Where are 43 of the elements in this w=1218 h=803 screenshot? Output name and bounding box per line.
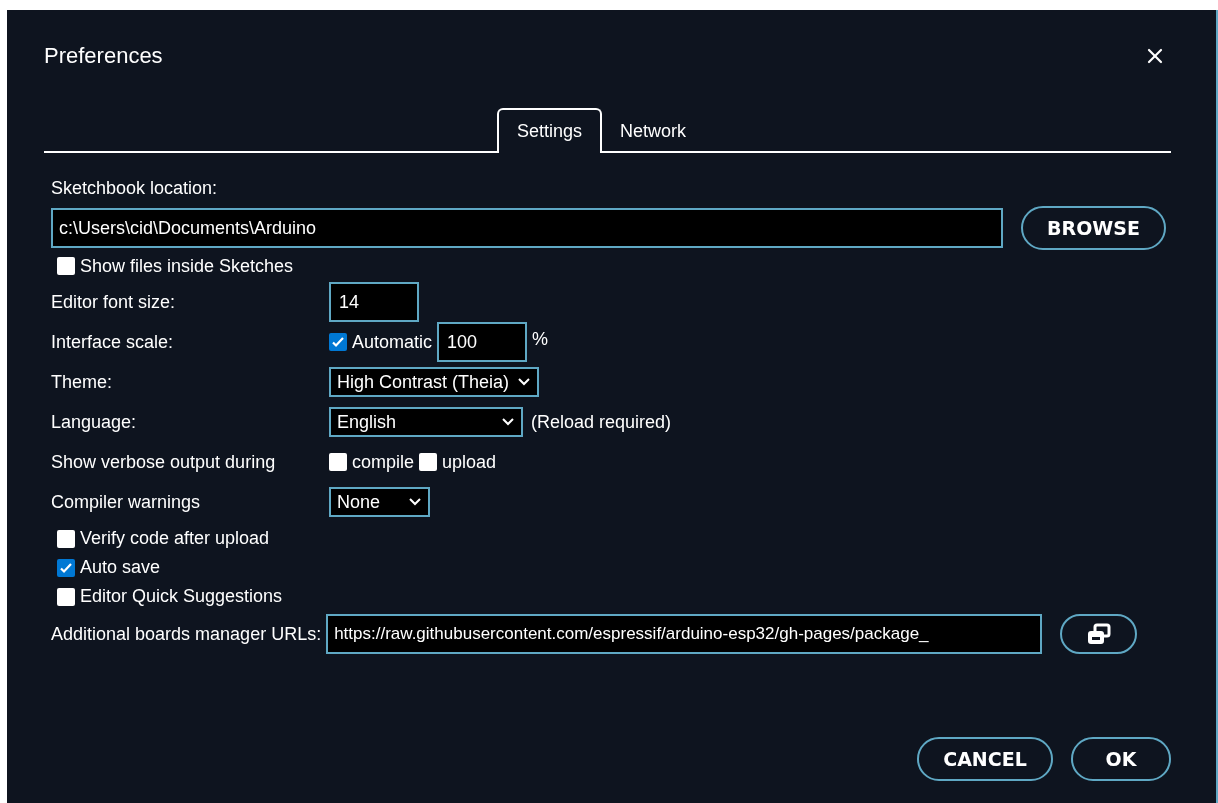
checkbox-label: compile <box>352 450 415 474</box>
checkbox-label: Auto save <box>80 556 161 579</box>
font-size-field[interactable]: 14 <box>329 282 419 322</box>
windows-icon <box>1085 623 1112 645</box>
checkmark-icon <box>331 335 345 349</box>
browse-button[interactable]: BROWSE <box>1021 206 1166 250</box>
field-label: Theme: <box>51 370 114 394</box>
percent-label: % <box>532 328 549 351</box>
checkbox[interactable] <box>329 453 347 471</box>
urls-field[interactable]: https://raw.githubusercontent.com/espressif/arduino-esp32/gh-pages/package_ <box>326 614 1043 654</box>
sketchbook-field[interactable]: c:\Users\cid\Documents\Arduino <box>51 208 1003 248</box>
window-title: Preferences <box>44 42 163 70</box>
dropdown[interactable]: High Contrast (Theia) <box>329 367 540 397</box>
checkbox-label: Automatic <box>352 330 433 354</box>
checkbox[interactable] <box>57 529 75 548</box>
tab[interactable]: Settings <box>497 108 603 153</box>
chevron-down-icon <box>408 497 422 507</box>
checkbox[interactable] <box>57 587 75 606</box>
chevron-down-icon <box>517 377 532 387</box>
field-label: Additional boards manager URLs: <box>51 622 322 646</box>
field-label: Show verbose output during <box>51 450 277 474</box>
chevron-down-icon <box>501 417 515 427</box>
checkbox[interactable] <box>419 453 438 471</box>
tab[interactable]: Network <box>602 110 705 153</box>
scale-field[interactable]: 100 <box>437 322 528 362</box>
edit-urls-button[interactable] <box>1060 614 1138 654</box>
checkbox-label: Editor Quick Suggestions <box>80 585 283 608</box>
checkbox[interactable] <box>329 333 347 351</box>
checkbox[interactable] <box>57 257 75 275</box>
note-text: (Reload required) <box>531 410 672 434</box>
field-label: Compiler warnings <box>51 490 202 514</box>
checkbox-label: upload <box>442 450 497 474</box>
dropdown[interactable]: English <box>329 407 523 437</box>
field-label: Sketchbook location: <box>51 177 219 200</box>
cancel-button[interactable]: CANCEL <box>917 737 1053 781</box>
ok-button[interactable]: OK <box>1071 737 1171 781</box>
checkbox[interactable] <box>57 558 75 577</box>
dropdown[interactable]: None <box>329 487 430 517</box>
field-label: Language: <box>51 410 138 434</box>
checkbox-label: Verify code after upload <box>80 527 270 550</box>
checkbox-label: Show files inside Sketches <box>80 254 294 278</box>
field-label: Interface scale: <box>51 330 175 354</box>
field-label: Editor font size: <box>51 290 177 314</box>
